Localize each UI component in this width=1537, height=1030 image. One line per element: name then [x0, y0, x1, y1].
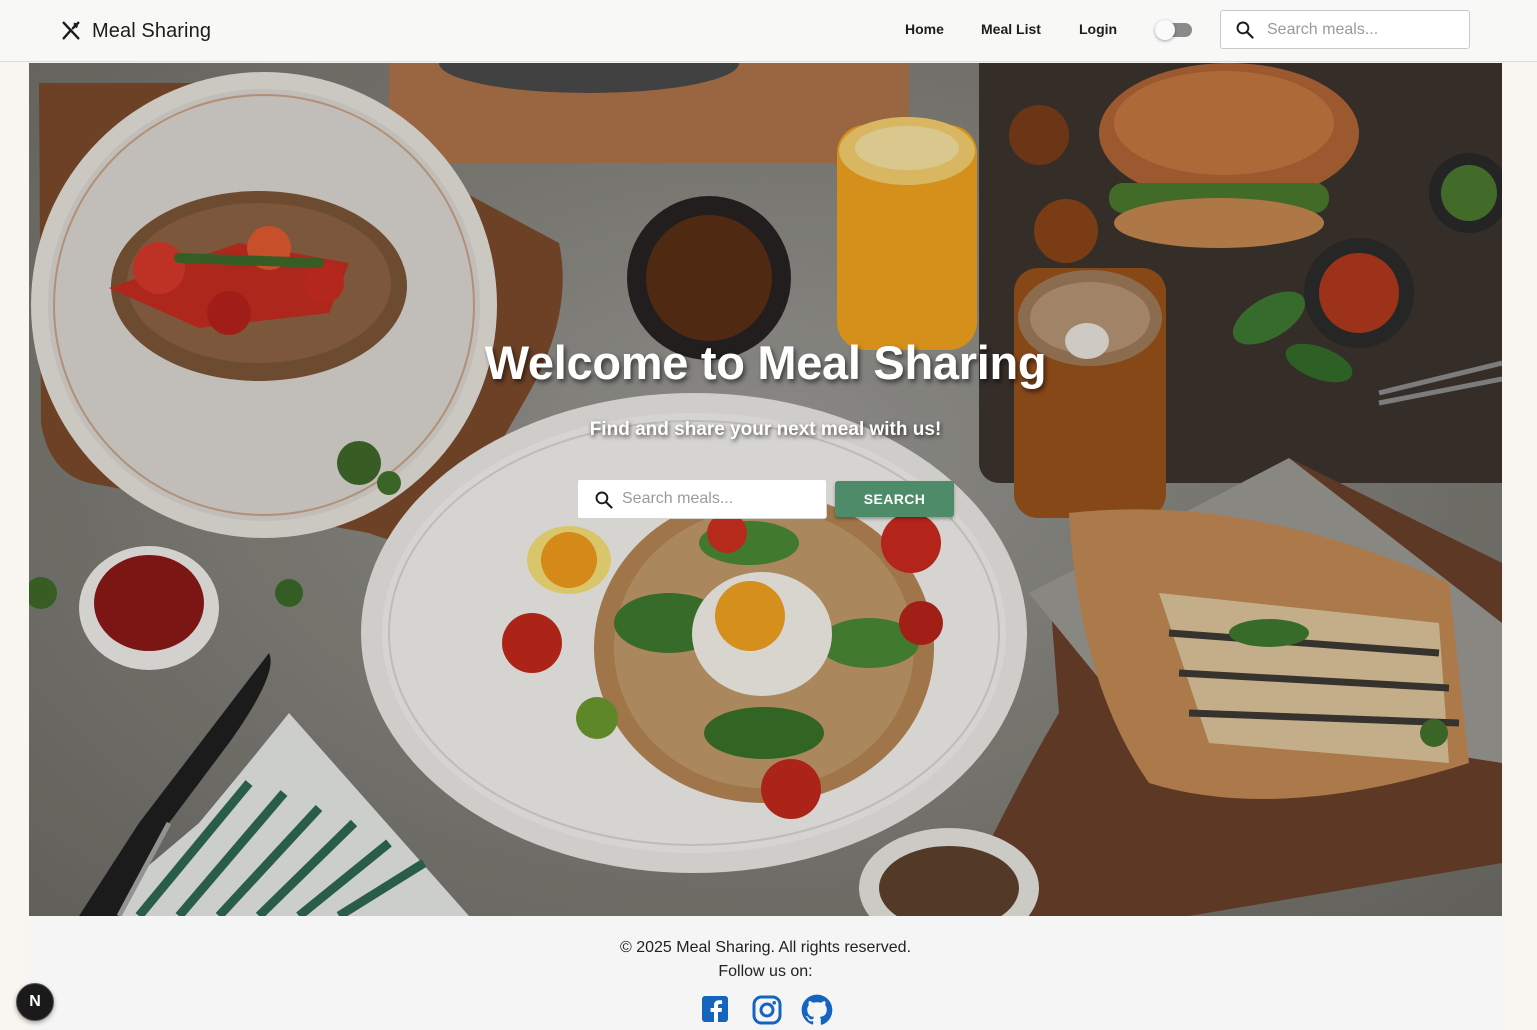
footer-follow-label: Follow us on: — [718, 963, 813, 980]
dev-badge-letter: N — [29, 993, 41, 1010]
brand-logo[interactable]: Meal Sharing — [60, 17, 211, 45]
hero-search-box — [577, 479, 827, 519]
hero-search-button[interactable]: SEARCH — [835, 481, 954, 517]
github-icon — [801, 994, 833, 1025]
navbar-search-box — [1220, 10, 1470, 49]
footer-copyright: © 2025 Meal Sharing. All rights reserved… — [619, 939, 912, 956]
nav-link-home[interactable]: Home — [905, 21, 944, 37]
toggle-thumb — [1155, 20, 1175, 40]
facebook-link[interactable] — [700, 994, 732, 1026]
facebook-icon — [702, 996, 728, 1022]
search-icon — [1236, 21, 1254, 39]
hero-section: Welcome to Meal Sharing Find and share y… — [29, 63, 1502, 916]
nextjs-dev-badge[interactable]: N — [16, 983, 54, 1021]
top-navbar: Meal Sharing Home Meal List Login — [0, 0, 1537, 62]
fork-knife-icon — [62, 21, 80, 40]
hero-subtitle: Find and share your next meal with us! — [589, 419, 942, 440]
hero-search-input[interactable] — [622, 480, 820, 518]
nav-link-login[interactable]: Login — [1079, 21, 1117, 37]
social-links — [700, 994, 840, 1026]
nav-link-meal-list[interactable]: Meal List — [981, 21, 1041, 37]
theme-toggle[interactable] — [1155, 20, 1193, 40]
search-icon — [595, 491, 613, 509]
brand-name: Meal Sharing — [92, 19, 212, 42]
hero-title: Welcome to Meal Sharing — [484, 336, 1047, 389]
github-link[interactable] — [801, 994, 833, 1026]
navbar-search-input[interactable] — [1267, 11, 1463, 48]
instagram-link[interactable] — [751, 994, 783, 1026]
instagram-icon — [752, 995, 782, 1025]
footer: © 2025 Meal Sharing. All rights reserved… — [29, 916, 1502, 1030]
